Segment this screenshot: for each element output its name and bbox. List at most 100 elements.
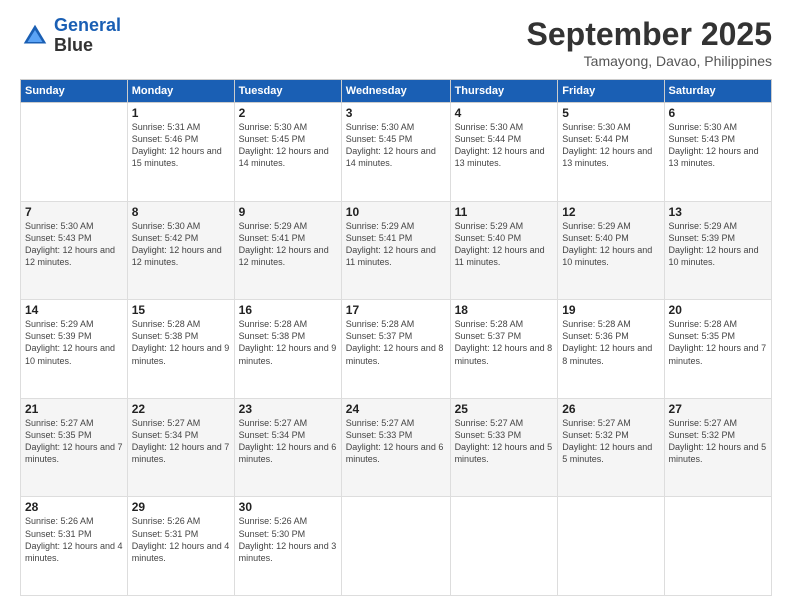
calendar-cell: 29Sunrise: 5:26 AMSunset: 5:31 PMDayligh… — [127, 497, 234, 596]
day-number: 20 — [669, 303, 767, 317]
day-info: Sunrise: 5:29 AMSunset: 5:40 PMDaylight:… — [455, 220, 554, 269]
calendar-cell: 2Sunrise: 5:30 AMSunset: 5:45 PMDaylight… — [234, 103, 341, 202]
calendar-cell: 26Sunrise: 5:27 AMSunset: 5:32 PMDayligh… — [558, 398, 664, 497]
month-title: September 2025 — [527, 16, 772, 53]
day-info: Sunrise: 5:28 AMSunset: 5:35 PMDaylight:… — [669, 318, 767, 367]
logo-line2: Blue — [54, 36, 121, 56]
day-info: Sunrise: 5:28 AMSunset: 5:38 PMDaylight:… — [132, 318, 230, 367]
day-info: Sunrise: 5:31 AMSunset: 5:46 PMDaylight:… — [132, 121, 230, 170]
calendar-cell: 5Sunrise: 5:30 AMSunset: 5:44 PMDaylight… — [558, 103, 664, 202]
calendar-cell: 7Sunrise: 5:30 AMSunset: 5:43 PMDaylight… — [21, 201, 128, 300]
calendar-cell — [558, 497, 664, 596]
calendar-cell: 23Sunrise: 5:27 AMSunset: 5:34 PMDayligh… — [234, 398, 341, 497]
day-info: Sunrise: 5:29 AMSunset: 5:41 PMDaylight:… — [239, 220, 337, 269]
day-info: Sunrise: 5:27 AMSunset: 5:33 PMDaylight:… — [346, 417, 446, 466]
calendar-week-5: 28Sunrise: 5:26 AMSunset: 5:31 PMDayligh… — [21, 497, 772, 596]
day-number: 7 — [25, 205, 123, 219]
day-info: Sunrise: 5:26 AMSunset: 5:31 PMDaylight:… — [132, 515, 230, 564]
calendar-cell: 14Sunrise: 5:29 AMSunset: 5:39 PMDayligh… — [21, 300, 128, 399]
calendar-cell: 16Sunrise: 5:28 AMSunset: 5:38 PMDayligh… — [234, 300, 341, 399]
calendar-cell: 24Sunrise: 5:27 AMSunset: 5:33 PMDayligh… — [341, 398, 450, 497]
day-info: Sunrise: 5:30 AMSunset: 5:43 PMDaylight:… — [669, 121, 767, 170]
day-info: Sunrise: 5:30 AMSunset: 5:44 PMDaylight:… — [562, 121, 659, 170]
day-number: 22 — [132, 402, 230, 416]
day-number: 9 — [239, 205, 337, 219]
calendar-week-3: 14Sunrise: 5:29 AMSunset: 5:39 PMDayligh… — [21, 300, 772, 399]
day-info: Sunrise: 5:30 AMSunset: 5:42 PMDaylight:… — [132, 220, 230, 269]
day-number: 5 — [562, 106, 659, 120]
column-header-tuesday: Tuesday — [234, 80, 341, 103]
day-info: Sunrise: 5:28 AMSunset: 5:38 PMDaylight:… — [239, 318, 337, 367]
day-number: 17 — [346, 303, 446, 317]
day-number: 1 — [132, 106, 230, 120]
calendar-cell — [450, 497, 558, 596]
column-header-saturday: Saturday — [664, 80, 771, 103]
day-number: 18 — [455, 303, 554, 317]
calendar-cell — [341, 497, 450, 596]
column-header-monday: Monday — [127, 80, 234, 103]
calendar-cell: 18Sunrise: 5:28 AMSunset: 5:37 PMDayligh… — [450, 300, 558, 399]
day-number: 19 — [562, 303, 659, 317]
logo-icon — [20, 21, 50, 51]
calendar-cell: 20Sunrise: 5:28 AMSunset: 5:35 PMDayligh… — [664, 300, 771, 399]
calendar-cell: 25Sunrise: 5:27 AMSunset: 5:33 PMDayligh… — [450, 398, 558, 497]
day-number: 23 — [239, 402, 337, 416]
calendar-cell: 3Sunrise: 5:30 AMSunset: 5:45 PMDaylight… — [341, 103, 450, 202]
day-info: Sunrise: 5:29 AMSunset: 5:41 PMDaylight:… — [346, 220, 446, 269]
day-number: 28 — [25, 500, 123, 514]
day-info: Sunrise: 5:30 AMSunset: 5:43 PMDaylight:… — [25, 220, 123, 269]
calendar-cell: 12Sunrise: 5:29 AMSunset: 5:40 PMDayligh… — [558, 201, 664, 300]
calendar-cell: 1Sunrise: 5:31 AMSunset: 5:46 PMDaylight… — [127, 103, 234, 202]
day-number: 26 — [562, 402, 659, 416]
day-info: Sunrise: 5:28 AMSunset: 5:37 PMDaylight:… — [346, 318, 446, 367]
day-info: Sunrise: 5:29 AMSunset: 5:39 PMDaylight:… — [25, 318, 123, 367]
column-header-wednesday: Wednesday — [341, 80, 450, 103]
day-number: 14 — [25, 303, 123, 317]
day-number: 29 — [132, 500, 230, 514]
day-info: Sunrise: 5:30 AMSunset: 5:45 PMDaylight:… — [346, 121, 446, 170]
day-number: 30 — [239, 500, 337, 514]
day-info: Sunrise: 5:29 AMSunset: 5:39 PMDaylight:… — [669, 220, 767, 269]
calendar-cell: 9Sunrise: 5:29 AMSunset: 5:41 PMDaylight… — [234, 201, 341, 300]
calendar-table: SundayMondayTuesdayWednesdayThursdayFrid… — [20, 79, 772, 596]
logo-text: General Blue — [54, 16, 121, 56]
logo: General Blue — [20, 16, 121, 56]
day-info: Sunrise: 5:26 AMSunset: 5:31 PMDaylight:… — [25, 515, 123, 564]
column-header-thursday: Thursday — [450, 80, 558, 103]
title-block: September 2025 Tamayong, Davao, Philippi… — [527, 16, 772, 69]
day-info: Sunrise: 5:30 AMSunset: 5:45 PMDaylight:… — [239, 121, 337, 170]
column-header-sunday: Sunday — [21, 80, 128, 103]
calendar-cell: 10Sunrise: 5:29 AMSunset: 5:41 PMDayligh… — [341, 201, 450, 300]
day-number: 25 — [455, 402, 554, 416]
page: General Blue September 2025 Tamayong, Da… — [0, 0, 792, 612]
day-number: 12 — [562, 205, 659, 219]
day-number: 10 — [346, 205, 446, 219]
day-number: 27 — [669, 402, 767, 416]
day-info: Sunrise: 5:29 AMSunset: 5:40 PMDaylight:… — [562, 220, 659, 269]
day-number: 11 — [455, 205, 554, 219]
day-number: 2 — [239, 106, 337, 120]
day-info: Sunrise: 5:27 AMSunset: 5:33 PMDaylight:… — [455, 417, 554, 466]
calendar-week-1: 1Sunrise: 5:31 AMSunset: 5:46 PMDaylight… — [21, 103, 772, 202]
day-info: Sunrise: 5:27 AMSunset: 5:34 PMDaylight:… — [132, 417, 230, 466]
day-info: Sunrise: 5:30 AMSunset: 5:44 PMDaylight:… — [455, 121, 554, 170]
day-number: 8 — [132, 205, 230, 219]
day-number: 16 — [239, 303, 337, 317]
day-number: 4 — [455, 106, 554, 120]
calendar-cell — [21, 103, 128, 202]
calendar-cell: 11Sunrise: 5:29 AMSunset: 5:40 PMDayligh… — [450, 201, 558, 300]
day-number: 3 — [346, 106, 446, 120]
calendar-cell: 13Sunrise: 5:29 AMSunset: 5:39 PMDayligh… — [664, 201, 771, 300]
day-number: 13 — [669, 205, 767, 219]
day-info: Sunrise: 5:27 AMSunset: 5:35 PMDaylight:… — [25, 417, 123, 466]
calendar-cell: 19Sunrise: 5:28 AMSunset: 5:36 PMDayligh… — [558, 300, 664, 399]
calendar-week-4: 21Sunrise: 5:27 AMSunset: 5:35 PMDayligh… — [21, 398, 772, 497]
day-info: Sunrise: 5:28 AMSunset: 5:36 PMDaylight:… — [562, 318, 659, 367]
calendar-week-2: 7Sunrise: 5:30 AMSunset: 5:43 PMDaylight… — [21, 201, 772, 300]
day-number: 15 — [132, 303, 230, 317]
day-info: Sunrise: 5:27 AMSunset: 5:32 PMDaylight:… — [669, 417, 767, 466]
calendar-cell: 21Sunrise: 5:27 AMSunset: 5:35 PMDayligh… — [21, 398, 128, 497]
header: General Blue September 2025 Tamayong, Da… — [20, 16, 772, 69]
subtitle: Tamayong, Davao, Philippines — [527, 53, 772, 69]
calendar-cell — [664, 497, 771, 596]
